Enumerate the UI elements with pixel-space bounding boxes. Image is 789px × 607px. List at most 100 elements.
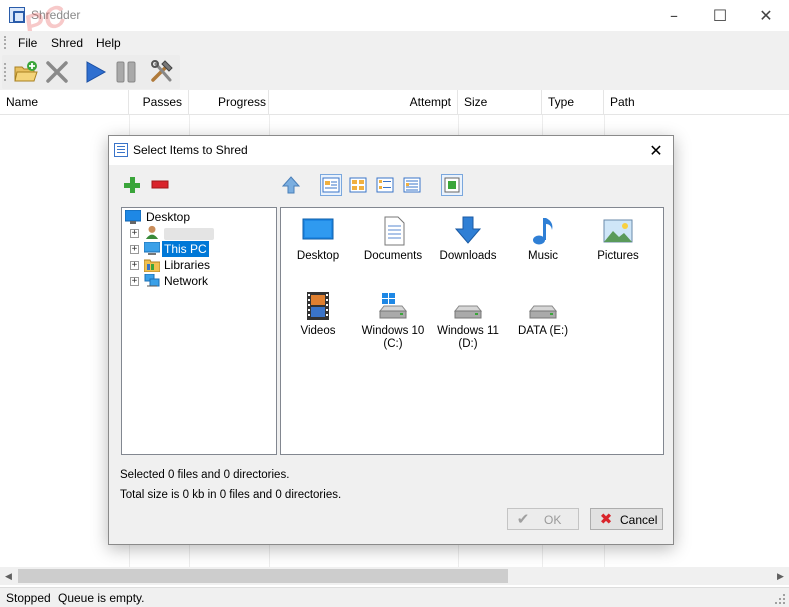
remove-button[interactable] bbox=[43, 59, 71, 85]
column-attempt[interactable]: Attempt bbox=[269, 90, 458, 115]
folder-tree[interactable]: Desktop + + This PC + Libraries + Networ… bbox=[121, 207, 277, 455]
item-videos[interactable]: Videos bbox=[281, 287, 355, 357]
checkmark-icon: ✔ bbox=[516, 510, 530, 528]
resize-grip-icon[interactable] bbox=[774, 593, 786, 605]
menu-help[interactable]: Help bbox=[96, 36, 121, 50]
pause-button[interactable] bbox=[112, 59, 140, 85]
add-item-button[interactable] bbox=[121, 174, 143, 196]
libraries-icon bbox=[144, 259, 160, 272]
desktop-icon bbox=[125, 210, 141, 224]
ok-button[interactable]: ✔ OK bbox=[507, 508, 579, 530]
window-title: Shredder bbox=[31, 8, 81, 22]
documents-icon bbox=[384, 216, 405, 246]
item-documents[interactable]: Documents bbox=[356, 212, 430, 282]
pictures-icon bbox=[603, 219, 633, 243]
menu-file[interactable]: File bbox=[18, 36, 37, 50]
selection-summary: Selected 0 files and 0 directories. bbox=[120, 469, 290, 481]
dialog-title-bar: Select Items to Shred ✕ bbox=[109, 136, 673, 165]
scroll-right-icon[interactable]: ▶ bbox=[772, 567, 789, 585]
drive-icon bbox=[528, 305, 558, 319]
item-label: Windows 11 (D:) bbox=[437, 325, 499, 350]
menu-shred[interactable]: Shred bbox=[51, 36, 83, 50]
start-shred-button[interactable] bbox=[81, 59, 109, 85]
item-music[interactable]: Music bbox=[506, 212, 580, 282]
pause-icon bbox=[116, 61, 136, 83]
view-icons-button[interactable] bbox=[347, 174, 369, 196]
expand-icon[interactable]: + bbox=[130, 277, 139, 286]
blurred-username bbox=[164, 228, 214, 240]
cancel-button[interactable]: ✖ Cancel bbox=[590, 508, 663, 530]
remove-item-button[interactable] bbox=[149, 174, 171, 196]
column-passes[interactable]: Passes bbox=[129, 90, 189, 115]
view-list-icon bbox=[376, 177, 394, 193]
remove-x-icon bbox=[46, 61, 68, 83]
item-label: Downloads bbox=[439, 250, 497, 262]
view-details-icon bbox=[322, 177, 340, 193]
close-button[interactable]: ✕ bbox=[743, 0, 789, 31]
cancel-x-icon: ✖ bbox=[599, 510, 613, 528]
dialog-close-button[interactable]: ✕ bbox=[639, 136, 673, 165]
tree-label: Network bbox=[164, 274, 209, 288]
toolbar-grip bbox=[4, 63, 6, 81]
menu-bar: File Shred Help bbox=[0, 31, 789, 54]
menu-grip bbox=[4, 36, 6, 49]
open-folder-add-icon bbox=[14, 61, 38, 82]
scrollbar-thumb[interactable] bbox=[18, 569, 508, 583]
up-arrow-icon bbox=[281, 176, 301, 194]
item-windows-10-drive[interactable]: Windows 10 (C:) bbox=[356, 287, 430, 357]
expand-icon[interactable]: + bbox=[130, 245, 139, 254]
item-downloads[interactable]: Downloads bbox=[431, 212, 505, 282]
tools-icon bbox=[151, 60, 173, 82]
column-size[interactable]: Size bbox=[458, 90, 542, 115]
shredder-app-icon bbox=[9, 7, 25, 23]
title-bar: Shredder PC – ☐ ✕ bbox=[0, 0, 789, 43]
select-all-icon bbox=[444, 177, 460, 193]
dialog-list-icon bbox=[114, 143, 128, 157]
tree-label: Desktop bbox=[146, 210, 191, 224]
view-report-button[interactable] bbox=[401, 174, 423, 196]
item-label: Documents bbox=[363, 250, 423, 262]
settings-button[interactable] bbox=[148, 59, 176, 85]
column-path[interactable]: Path bbox=[604, 90, 789, 115]
downloads-icon bbox=[454, 216, 482, 244]
scroll-left-icon[interactable]: ◀ bbox=[0, 567, 17, 585]
column-name[interactable]: Name bbox=[0, 90, 129, 115]
column-type[interactable]: Type bbox=[542, 90, 604, 115]
play-icon bbox=[86, 61, 107, 83]
items-icon-view[interactable]: Desktop Documents Downloads Music Pictur… bbox=[280, 207, 664, 455]
maximize-button[interactable]: ☐ bbox=[697, 0, 743, 31]
view-report-icon bbox=[403, 177, 421, 193]
horizontal-scrollbar[interactable]: ◀ ▶ bbox=[0, 567, 789, 585]
item-desktop[interactable]: Desktop bbox=[281, 212, 355, 282]
user-icon bbox=[145, 225, 159, 239]
minimize-button[interactable]: – bbox=[651, 0, 697, 31]
tree-label-selected: This PC bbox=[162, 241, 209, 257]
view-icons-icon bbox=[349, 177, 367, 193]
status-message: Queue is empty. bbox=[58, 591, 145, 605]
item-label: Music bbox=[527, 250, 559, 262]
windows-drive-icon bbox=[378, 293, 408, 319]
view-details-button[interactable] bbox=[320, 174, 342, 196]
drive-icon bbox=[453, 305, 483, 319]
network-icon bbox=[144, 274, 160, 287]
dialog-title: Select Items to Shred bbox=[133, 143, 248, 157]
expand-icon[interactable]: + bbox=[130, 261, 139, 270]
item-windows-11-drive[interactable]: Windows 11 (D:) bbox=[431, 287, 505, 357]
add-files-button[interactable] bbox=[12, 59, 40, 85]
item-pictures[interactable]: Pictures bbox=[581, 212, 655, 282]
item-label: Windows 10 (C:) bbox=[361, 325, 425, 350]
item-data-drive[interactable]: DATA (E:) bbox=[506, 287, 580, 357]
expand-icon[interactable]: + bbox=[130, 229, 139, 238]
select-all-button[interactable] bbox=[441, 174, 463, 196]
status-bar: Stopped Queue is empty. bbox=[0, 587, 789, 607]
videos-icon bbox=[307, 292, 329, 320]
tree-label: Libraries bbox=[164, 258, 211, 272]
column-progress[interactable]: Progress bbox=[189, 90, 269, 115]
red-minus-icon bbox=[151, 180, 169, 189]
up-folder-button[interactable] bbox=[280, 174, 302, 196]
item-label: DATA (E:) bbox=[517, 325, 569, 337]
view-list-button[interactable] bbox=[374, 174, 396, 196]
status-state: Stopped bbox=[6, 591, 51, 605]
list-header: Name Passes Progress Attempt Size Type P… bbox=[0, 90, 789, 115]
music-icon bbox=[533, 218, 553, 245]
